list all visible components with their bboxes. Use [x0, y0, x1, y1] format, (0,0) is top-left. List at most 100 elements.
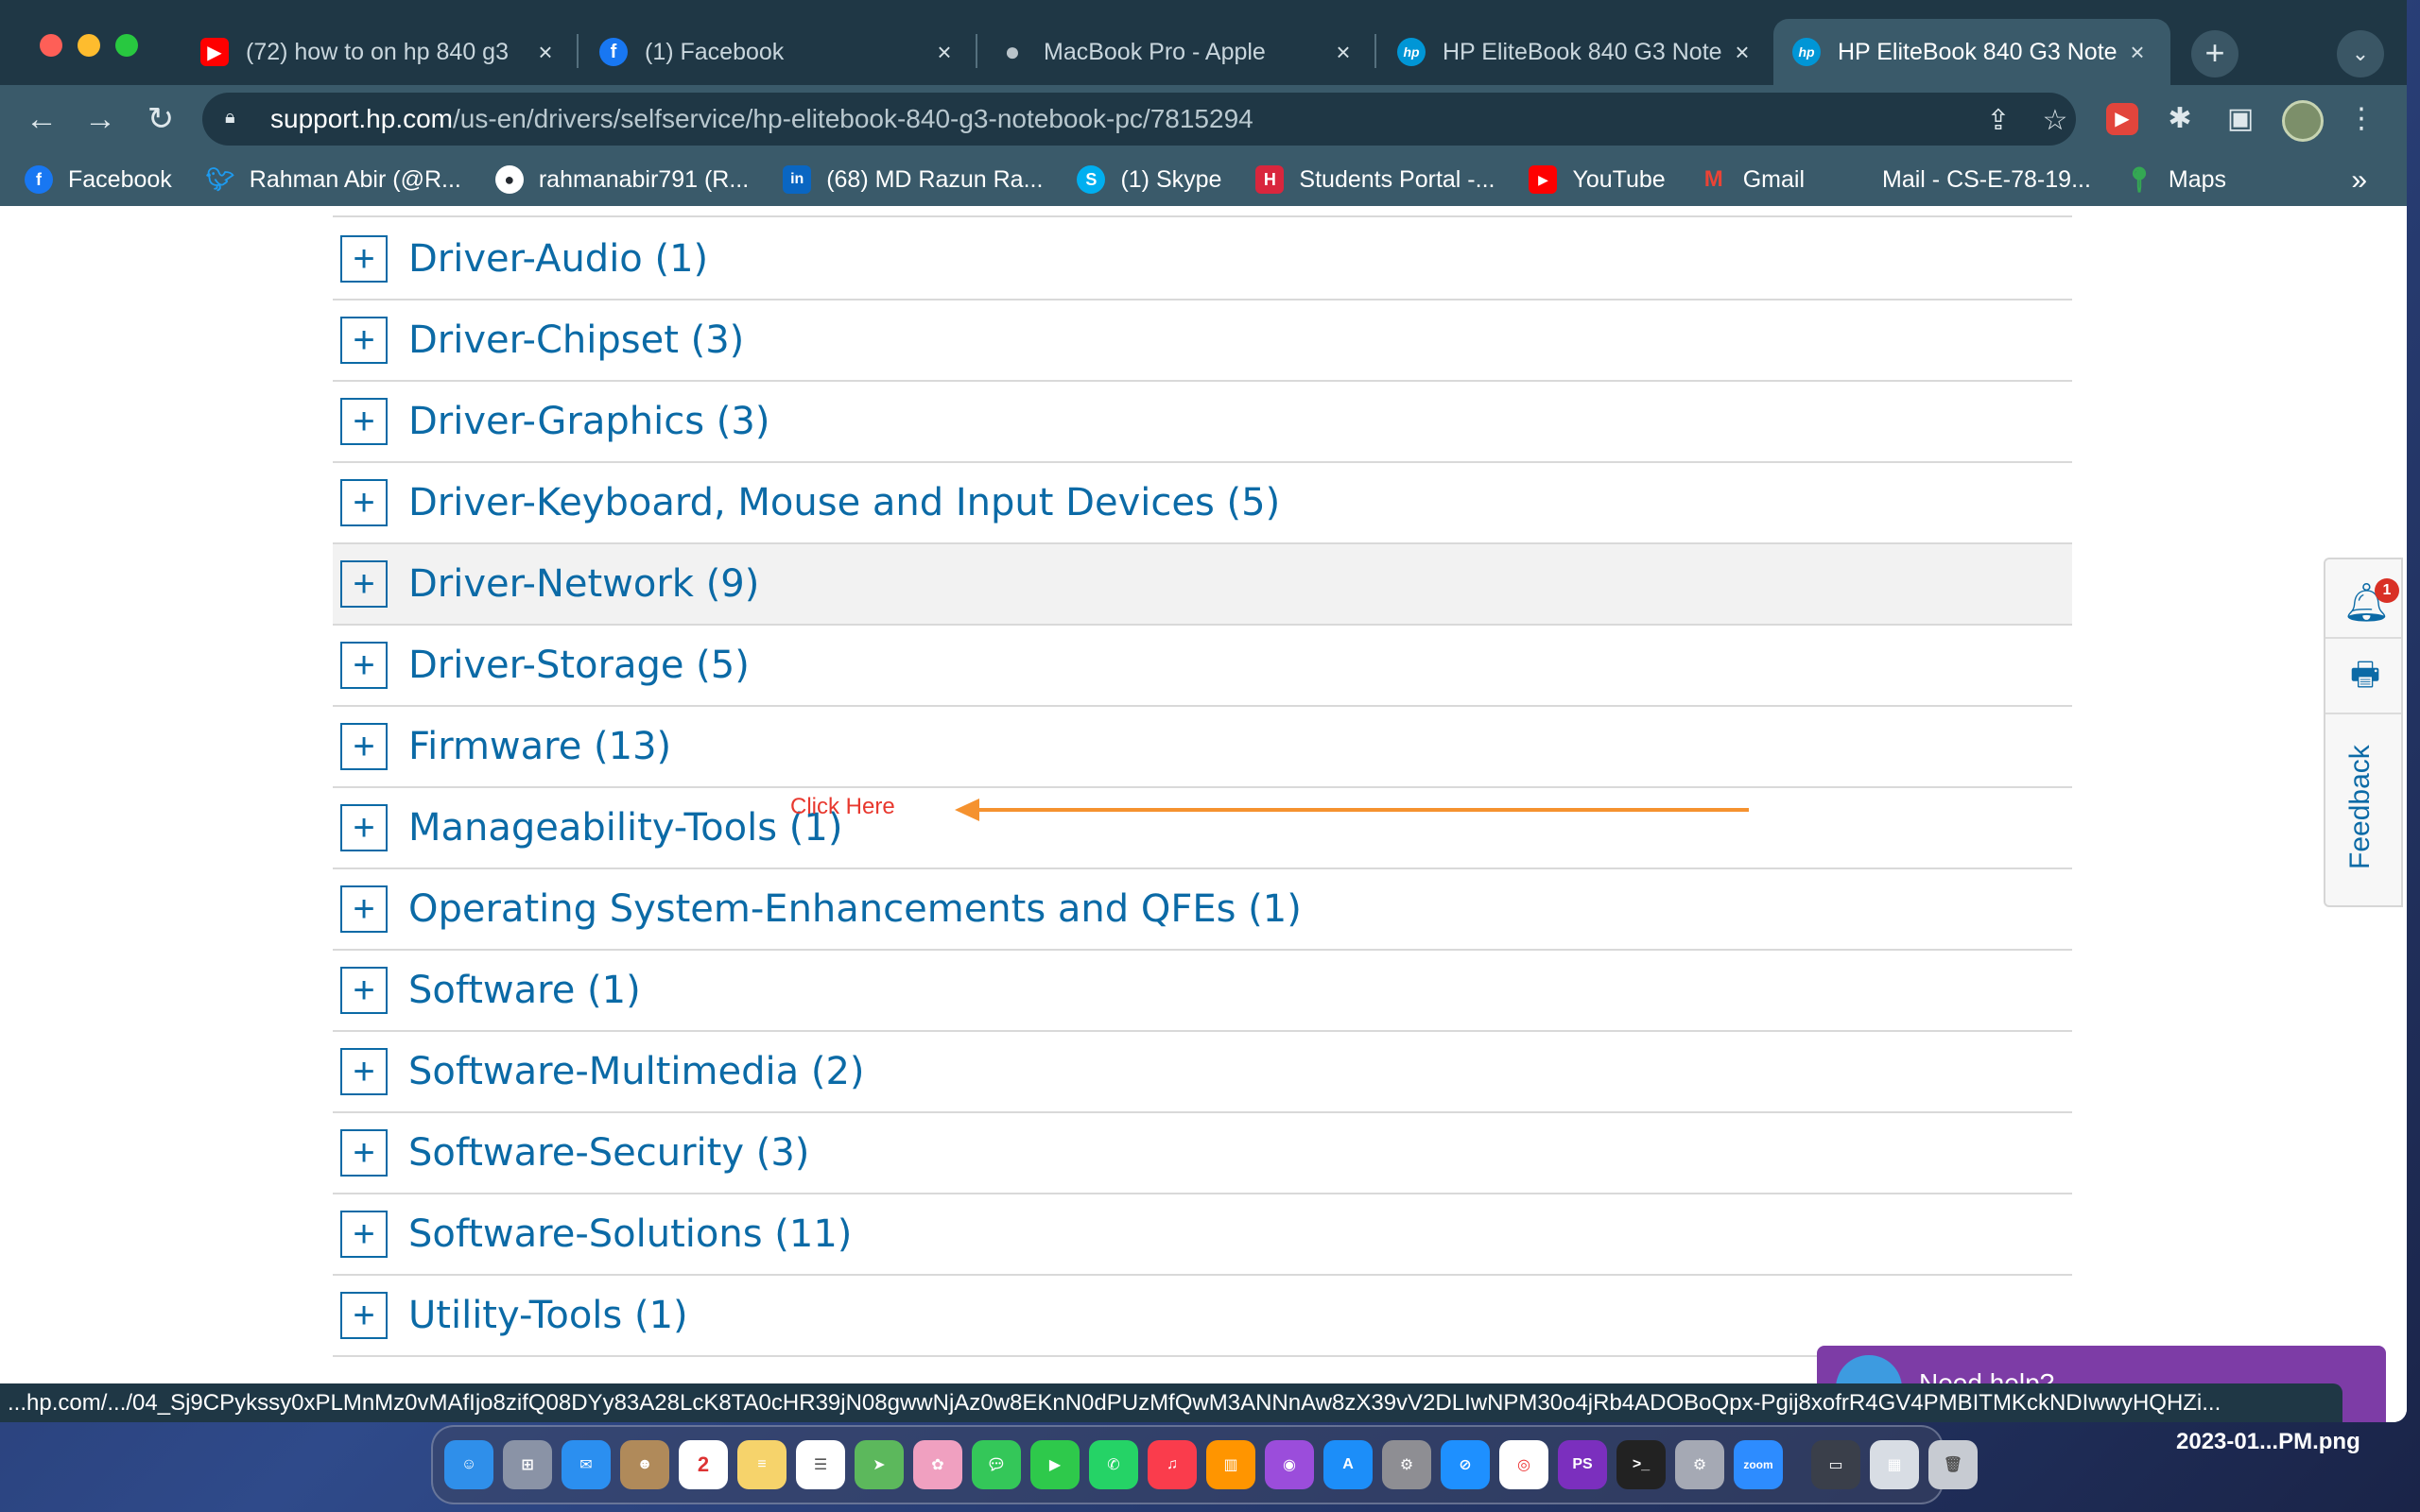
desktop-file-label[interactable]: 2023-01...PM.png — [2176, 1429, 2360, 1455]
expand-icon[interactable]: + — [340, 642, 388, 689]
notes-icon[interactable]: ≡ — [737, 1440, 786, 1489]
close-tab-icon[interactable]: × — [930, 38, 959, 67]
back-icon[interactable]: ← — [21, 98, 62, 140]
category-label[interactable]: Software (1) — [408, 969, 641, 1012]
profile-avatar[interactable] — [2282, 100, 2324, 142]
tab-facebook[interactable]: f (1) Facebook × — [580, 19, 977, 85]
bookmark-youtube[interactable]: ▶ YouTube — [1529, 165, 1666, 194]
category-row[interactable]: + Utility-Tools (1) — [333, 1276, 2072, 1357]
close-tab-icon[interactable]: × — [2123, 38, 2152, 67]
minimize-window-button[interactable] — [78, 34, 100, 57]
feedback-tab[interactable]: Feedback — [2344, 745, 2377, 869]
expand-icon[interactable]: + — [340, 235, 388, 283]
launchpad-icon[interactable]: ⊞ — [503, 1440, 552, 1489]
safari-icon[interactable]: ⊘ — [1441, 1440, 1490, 1489]
tab-apple[interactable]: ● MacBook Pro - Apple × — [979, 19, 1376, 85]
contacts-icon[interactable]: ☻ — [620, 1440, 669, 1489]
finder-icon[interactable]: ☺ — [444, 1440, 493, 1489]
expand-icon[interactable]: + — [340, 560, 388, 608]
category-label[interactable]: Driver-Storage (5) — [408, 644, 750, 687]
trash-icon[interactable]: 🗑︎ — [1928, 1440, 1978, 1489]
expand-icon[interactable]: + — [340, 479, 388, 526]
category-row-network[interactable]: + Driver-Network (9) — [333, 544, 2072, 626]
bookmark-skype[interactable]: S (1) Skype — [1077, 165, 1221, 194]
terminal-icon[interactable]: >_ — [1616, 1440, 1666, 1489]
facetime-icon[interactable]: ▶ — [1030, 1440, 1080, 1489]
category-row[interactable]: + Driver-Audio (1) — [333, 219, 2072, 301]
fullscreen-window-button[interactable] — [115, 34, 138, 57]
tab-hp-active[interactable]: hp HP EliteBook 840 G3 Note × — [1773, 19, 2170, 85]
category-label[interactable]: Operating System-Enhancements and QFEs (… — [408, 887, 1302, 931]
category-label[interactable]: Driver-Keyboard, Mouse and Input Devices… — [408, 481, 1280, 524]
photos-icon[interactable]: ✿ — [913, 1440, 962, 1489]
category-label[interactable]: Driver-Network (9) — [408, 562, 759, 606]
category-row[interactable]: + Software-Security (3) — [333, 1113, 2072, 1194]
category-row-partial[interactable]: + — [333, 206, 2072, 217]
category-label[interactable]: Software-Security (3) — [408, 1131, 809, 1175]
category-row[interactable]: + Driver-Graphics (3) — [333, 382, 2072, 463]
phpstorm-icon[interactable]: PS — [1558, 1440, 1607, 1489]
zoom-icon[interactable]: zoom — [1734, 1440, 1783, 1489]
category-label[interactable]: Driver-Graphics (3) — [408, 400, 769, 443]
bookmark-maps[interactable]: 📍︎ Maps — [2123, 165, 2226, 194]
category-row[interactable]: + Firmware (13) — [333, 707, 2072, 788]
category-row[interactable]: + Software (1) — [333, 951, 2072, 1032]
print-icon[interactable]: 🖶 — [2344, 652, 2386, 694]
address-bar[interactable]: 🔒︎ support.hp.com/us-en/drivers/selfserv… — [202, 93, 2076, 146]
more-bookmarks-icon[interactable]: » — [2351, 164, 2367, 197]
close-window-button[interactable] — [40, 34, 62, 57]
app-store-icon[interactable]: A — [1323, 1440, 1373, 1489]
reload-icon[interactable]: ↻ — [140, 98, 182, 140]
category-label[interactable]: Manageability-Tools (1) — [408, 806, 842, 850]
expand-icon[interactable]: + — [340, 723, 388, 770]
maps-app-icon[interactable]: ➤ — [855, 1440, 904, 1489]
bookmark-github[interactable]: ● rahmanabir791 (R... — [494, 165, 749, 194]
new-tab-button[interactable]: + — [2191, 30, 2238, 77]
category-label[interactable]: Driver-Audio (1) — [408, 237, 708, 281]
mail-icon[interactable]: ✉ — [562, 1440, 611, 1489]
category-row[interactable]: + Driver-Keyboard, Mouse and Input Devic… — [333, 463, 2072, 544]
category-row[interactable]: + Driver-Storage (5) — [333, 626, 2072, 707]
expand-icon[interactable]: + — [340, 398, 388, 445]
reminders-icon[interactable]: ☰ — [796, 1440, 845, 1489]
tab-youtube[interactable]: ▶ (72) how to on hp 840 g3 × — [182, 19, 579, 85]
close-tab-icon[interactable]: × — [531, 38, 560, 67]
bookmark-twitter[interactable]: 🐦︎ Rahman Abir (@R... — [206, 165, 461, 194]
chrome-icon[interactable]: ◎ — [1499, 1440, 1548, 1489]
downloads-stack-icon[interactable]: ▦ — [1870, 1440, 1919, 1489]
tab-hp-1[interactable]: hp HP EliteBook 840 G3 Note × — [1378, 19, 1775, 85]
books-icon[interactable]: ▥ — [1206, 1440, 1255, 1489]
expand-icon[interactable]: + — [340, 885, 388, 933]
expand-icon[interactable]: + — [340, 1292, 388, 1339]
recent-window-icon[interactable]: ▭ — [1811, 1440, 1860, 1489]
expand-icon[interactable]: + — [340, 967, 388, 1014]
category-label[interactable]: Software-Multimedia (2) — [408, 1050, 865, 1093]
extensions-puzzle-icon[interactable]: ✱ — [2159, 98, 2201, 140]
category-label[interactable]: Utility-Tools (1) — [408, 1294, 688, 1337]
bookmark-gmail[interactable]: M Gmail — [1700, 165, 1805, 194]
forward-icon[interactable]: → — [79, 98, 121, 140]
bookmark-mail[interactable]: Mail - CS-E-78-19... — [1839, 165, 2091, 194]
system-settings-icon[interactable]: ⚙ — [1382, 1440, 1431, 1489]
bookmark-linkedin[interactable]: in (68) MD Razun Ra... — [783, 165, 1043, 194]
category-label[interactable]: Software-Solutions (11) — [408, 1212, 852, 1256]
extension-red-icon[interactable]: ▶ — [2106, 103, 2138, 135]
bookmark-star-icon[interactable]: ☆ — [2038, 104, 2072, 138]
expand-icon[interactable]: + — [340, 804, 388, 851]
category-label[interactable]: Firmware (13) — [408, 725, 671, 768]
close-tab-icon[interactable]: × — [1728, 38, 1756, 67]
tab-search-button[interactable]: ⌄ — [2337, 30, 2384, 77]
whatsapp-icon[interactable]: ✆ — [1089, 1440, 1138, 1489]
category-label[interactable]: Driver-Chipset (3) — [408, 318, 744, 362]
expand-icon[interactable]: + — [340, 1211, 388, 1258]
share-icon[interactable]: ⇪ — [1981, 104, 2015, 138]
expand-icon[interactable]: + — [340, 317, 388, 364]
close-tab-icon[interactable]: × — [1329, 38, 1357, 67]
category-row[interactable]: + Driver-Chipset (3) — [333, 301, 2072, 382]
podcasts-icon[interactable]: ◉ — [1265, 1440, 1314, 1489]
category-row[interactable]: + Software-Solutions (11) — [333, 1194, 2072, 1276]
side-panel-icon[interactable]: ▣ — [2220, 98, 2261, 140]
expand-icon[interactable]: + — [340, 1129, 388, 1177]
bookmark-facebook[interactable]: f Facebook — [25, 165, 172, 194]
calendar-icon[interactable]: 2 — [679, 1440, 728, 1489]
